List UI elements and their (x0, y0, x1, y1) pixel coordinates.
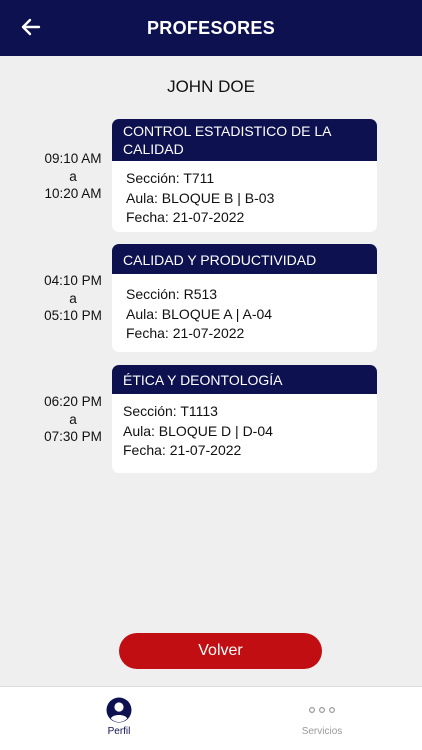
start-time: 06:20 PM (44, 394, 102, 409)
arrow-left-icon (21, 18, 41, 36)
app-header: PROFESORES (0, 0, 422, 56)
class-details: Sección: T1113 Aula: BLOQUE D | D-04 Fec… (112, 394, 377, 473)
end-time: 05:10 PM (44, 308, 102, 323)
tab-profile-label: Perfil (107, 726, 131, 737)
end-time: 07:30 PM (44, 429, 102, 444)
end-time: 10:20 AM (44, 186, 102, 201)
class-time-2: 04:10 PM a 05:10 PM (30, 272, 116, 325)
class-card-3[interactable]: ÉTICA Y DEONTOLOGÍA Sección: T1113 Aula:… (112, 365, 377, 473)
course-title: CONTROL ESTADISTICO DE LA CALIDAD (112, 119, 377, 161)
section-text: Sección: T1113 (123, 403, 218, 419)
time-separator: a (69, 168, 77, 184)
date-text: Fecha: 21-07-2022 (123, 442, 242, 458)
room-text: Aula: BLOQUE B | B-03 (126, 189, 275, 206)
start-time: 04:10 PM (44, 273, 102, 288)
volver-button[interactable]: Volver (119, 633, 322, 669)
bottom-tab-bar: Perfil Servicios (0, 686, 422, 750)
class-details: Sección: T711 Aula: BLOQUE B | B-03 Fech… (112, 161, 377, 232)
start-time: 09:10 AM (44, 151, 102, 166)
class-time-3: 06:20 PM a 07:30 PM (30, 393, 116, 446)
course-title: ÉTICA Y DEONTOLOGÍA (112, 365, 377, 394)
page-title: PROFESORES (146, 17, 276, 38)
tab-profile[interactable]: Perfil (59, 697, 179, 737)
class-card-2[interactable]: CALIDAD Y PRODUCTIVIDAD Sección: R513 Au… (112, 244, 377, 352)
date-text: Fecha: 21-07-2022 (126, 325, 245, 341)
user-avatar-icon (106, 697, 132, 723)
room-text: Aula: BLOQUE A | A-04 (126, 305, 273, 322)
more-dots-icon (308, 707, 336, 714)
class-details: Sección: R513 Aula: BLOQUE A | A-04 Fech… (112, 274, 377, 352)
back-button[interactable] (18, 14, 44, 40)
section-text: Sección: T711 (126, 170, 215, 186)
time-separator: a (69, 290, 77, 306)
section-text: Sección: R513 (126, 286, 218, 302)
time-separator: a (69, 411, 77, 427)
class-card-1[interactable]: CONTROL ESTADISTICO DE LA CALIDAD Secció… (112, 119, 377, 232)
tab-services[interactable]: Servicios (262, 697, 382, 737)
date-text: Fecha: 21-07-2022 (126, 209, 245, 225)
teacher-name: JOHN DOE (167, 77, 255, 96)
course-title: CALIDAD Y PRODUCTIVIDAD (112, 244, 377, 274)
class-time-1: 09:10 AM a 10:20 AM (30, 150, 116, 203)
room-text: Aula: BLOQUE D | D-04 (123, 422, 273, 439)
tab-services-label: Servicios (301, 726, 343, 737)
